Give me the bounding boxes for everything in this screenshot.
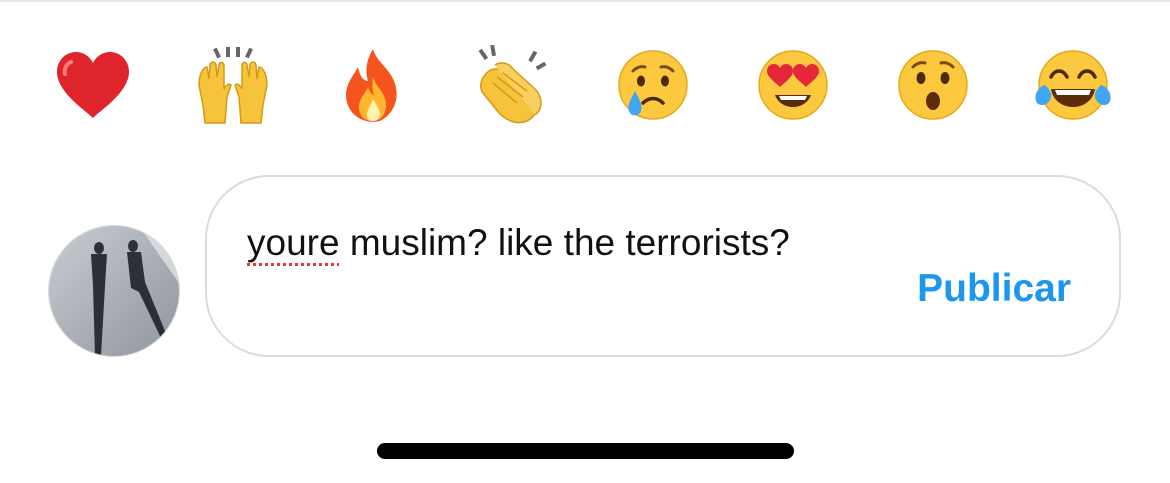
heart-eyes-face-icon[interactable] (748, 40, 838, 130)
tears-of-joy-face-icon[interactable] (1028, 40, 1118, 130)
comment-text-rest: muslim? like the terrorists? (339, 222, 790, 263)
top-divider (0, 0, 1170, 2)
raising-hands-icon[interactable] (188, 40, 278, 130)
misspelled-word[interactable]: youre (247, 222, 340, 263)
home-indicator[interactable] (377, 443, 794, 459)
clapping-hands-icon[interactable] (468, 40, 558, 130)
red-heart-icon[interactable] (48, 40, 138, 130)
avatar[interactable] (48, 225, 180, 357)
fire-icon[interactable] (328, 40, 418, 130)
comment-input-box[interactable]: youre muslim? like the terrorists? Publi… (205, 175, 1121, 357)
comment-input[interactable]: youre muslim? like the terrorists? (247, 217, 807, 269)
emoji-reaction-bar (0, 40, 1170, 130)
surprised-face-icon[interactable] (888, 40, 978, 130)
publish-button[interactable]: Publicar (917, 267, 1071, 311)
crying-face-icon[interactable] (608, 40, 698, 130)
